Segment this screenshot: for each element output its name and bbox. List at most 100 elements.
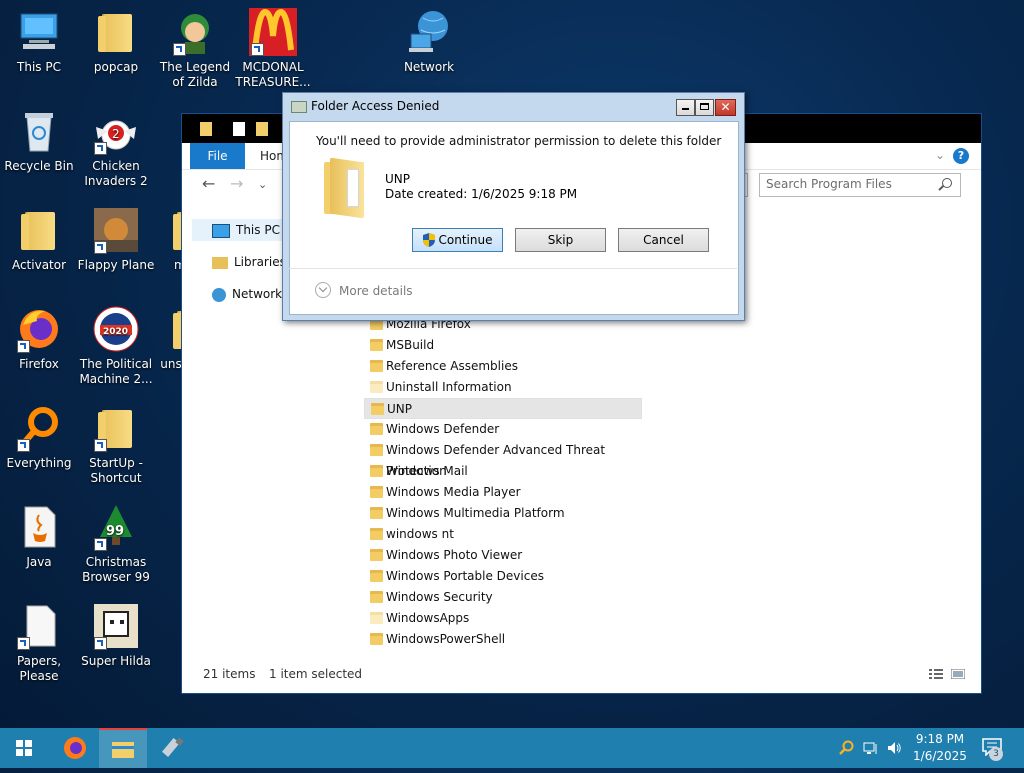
desktop-icon-flappy-plane[interactable]: Flappy Plane bbox=[74, 206, 158, 273]
file-row[interactable]: Windows Defender bbox=[364, 419, 642, 440]
folder-icon bbox=[370, 507, 383, 519]
folder-icon bbox=[200, 122, 212, 136]
folder-icon bbox=[370, 360, 383, 372]
desktop-icon-chicken-invaders[interactable]: 2 Chicken Invaders 2 bbox=[74, 107, 158, 189]
close-button[interactable]: ✕ bbox=[715, 99, 736, 116]
file-name: UNP bbox=[387, 402, 412, 416]
desktop-icon-network[interactable]: Network bbox=[387, 8, 471, 75]
shortcut-arrow-icon bbox=[17, 439, 30, 452]
search-box[interactable] bbox=[759, 173, 961, 197]
system-clock[interactable]: 9:18 PM 1/6/2025 bbox=[906, 731, 974, 765]
file-row[interactable]: Windows Portable Devices bbox=[364, 566, 642, 587]
file-row[interactable]: Windows Photo Viewer bbox=[364, 545, 642, 566]
details-view-icon[interactable] bbox=[929, 669, 943, 679]
shortcut-arrow-icon bbox=[94, 142, 107, 155]
properties-icon[interactable] bbox=[233, 122, 245, 136]
file-row[interactable]: Windows Defender Advanced Threat Protect… bbox=[364, 440, 642, 478]
file-row[interactable]: MSBuild bbox=[364, 335, 642, 356]
file-row[interactable]: Uninstall Information bbox=[364, 377, 642, 398]
cancel-button[interactable]: Cancel bbox=[618, 228, 709, 252]
forward-arrow-icon[interactable]: → bbox=[230, 174, 243, 193]
desktop-icon-firefox[interactable]: Firefox bbox=[0, 305, 81, 372]
folder-icon bbox=[370, 591, 383, 603]
file-name: Reference Assemblies bbox=[386, 359, 518, 373]
more-details-link[interactable]: More details bbox=[339, 284, 413, 298]
dialog-titlebar[interactable]: Folder Access Denied bbox=[283, 93, 744, 120]
skip-button[interactable]: Skip bbox=[515, 228, 606, 252]
desktop-icon-papers-please[interactable]: Papers, Please bbox=[0, 602, 81, 684]
expand-details-icon[interactable] bbox=[315, 282, 331, 298]
desktop-icon-super-hilda[interactable]: Super Hilda bbox=[74, 602, 158, 669]
file-row[interactable]: Windows Security bbox=[364, 587, 642, 608]
file-explorer-icon bbox=[112, 742, 134, 758]
nav-item-label: This PC bbox=[236, 223, 280, 237]
file-row[interactable]: WindowsPowerShell bbox=[364, 629, 642, 650]
start-button[interactable] bbox=[0, 728, 48, 768]
selection-count: 1 item selected bbox=[269, 667, 363, 681]
nav-item-label: Network bbox=[232, 287, 283, 301]
desktop-icon-christmas-browser[interactable]: 99 Christmas Browser 99 bbox=[74, 503, 158, 585]
taskbar-usb-tool[interactable] bbox=[149, 728, 197, 768]
dialog-title: Folder Access Denied bbox=[311, 99, 440, 113]
file-row[interactable]: UNP bbox=[364, 398, 642, 419]
desktop-icon-java[interactable]: Java bbox=[0, 503, 81, 570]
file-name: windows nt bbox=[386, 527, 454, 541]
file-row[interactable]: WindowsApps bbox=[364, 608, 642, 629]
desktop-icon-uns-partial[interactable]: uns bbox=[153, 305, 183, 372]
search-input[interactable] bbox=[760, 174, 936, 194]
file-name: Windows Security bbox=[386, 590, 493, 604]
desktop-icon-recycle-bin[interactable]: Recycle Bin bbox=[0, 107, 81, 174]
maximize-button[interactable] bbox=[695, 99, 714, 116]
network-tray-icon[interactable] bbox=[863, 740, 879, 756]
tab-file[interactable]: File bbox=[190, 143, 245, 169]
desktop-icon-startup-shortcut[interactable]: StartUp - Shortcut bbox=[74, 404, 158, 486]
file-name: Windows Multimedia Platform bbox=[386, 506, 565, 520]
search-icon[interactable] bbox=[942, 178, 952, 188]
shortcut-arrow-icon bbox=[94, 637, 107, 650]
desktop-icon-activator[interactable]: Activator bbox=[0, 206, 81, 273]
desktop-icon-popcap[interactable]: popcap bbox=[74, 8, 158, 75]
recycle-bin-icon bbox=[15, 107, 63, 155]
folder-icon bbox=[370, 444, 383, 456]
recent-locations-chevron-icon[interactable]: ⌄ bbox=[258, 178, 267, 191]
file-row[interactable]: Reference Assemblies bbox=[364, 356, 642, 377]
desktop-icon-label: Recycle Bin bbox=[4, 159, 74, 173]
file-row[interactable]: windows nt bbox=[364, 524, 642, 545]
item-count: 21 items bbox=[203, 667, 256, 681]
file-name: Windows Defender bbox=[386, 422, 500, 436]
file-row[interactable]: Windows Multimedia Platform bbox=[364, 503, 642, 524]
folder-icon bbox=[370, 486, 383, 498]
clock-date: 1/6/2025 bbox=[913, 749, 967, 763]
desktop-icon-political-machine[interactable]: 2020 The Political Machine 2... bbox=[74, 305, 158, 387]
folder-icon bbox=[370, 339, 383, 351]
folder-icon bbox=[370, 549, 383, 561]
desktop-icon-this-pc[interactable]: This PC bbox=[0, 8, 81, 75]
shortcut-arrow-icon bbox=[94, 241, 107, 254]
file-row[interactable]: Windows Mail bbox=[364, 461, 642, 482]
minimize-button[interactable] bbox=[676, 99, 695, 116]
dialog-separator bbox=[289, 268, 737, 269]
file-name: MSBuild bbox=[386, 338, 435, 352]
christmas-tree-icon: 99 bbox=[92, 503, 140, 551]
help-icon[interactable]: ? bbox=[953, 148, 969, 164]
continue-button[interactable]: Continue bbox=[412, 228, 503, 252]
expand-ribbon-icon[interactable]: ⌄ bbox=[935, 148, 945, 162]
file-row[interactable]: Windows Media Player bbox=[364, 482, 642, 503]
volume-icon[interactable] bbox=[886, 740, 902, 756]
search-tray-icon[interactable] bbox=[838, 740, 854, 756]
new-folder-icon[interactable] bbox=[256, 122, 268, 136]
back-arrow-icon[interactable]: ← bbox=[202, 174, 215, 193]
folder-access-icon bbox=[291, 101, 307, 113]
large-icons-view-icon[interactable] bbox=[951, 669, 965, 679]
folder-date-created: Date created: 1/6/2025 9:18 PM bbox=[385, 187, 578, 201]
file-list: Mozilla Firefox MSBuild Reference Assembli… bbox=[364, 314, 844, 650]
desktop-icon-label: The Political Machine 2... bbox=[79, 357, 153, 386]
taskbar-firefox[interactable] bbox=[51, 728, 99, 768]
folder-icon bbox=[167, 305, 183, 353]
shortcut-arrow-icon bbox=[17, 340, 30, 353]
desktop-icon-mcdonal[interactable]: MCDONAL TREASURE... bbox=[231, 8, 315, 90]
taskbar-file-explorer[interactable] bbox=[99, 728, 147, 768]
desktop-icon-everything[interactable]: Everything bbox=[0, 404, 81, 471]
desktop-icon-legend-of-zilda[interactable]: The Legend of Zilda bbox=[153, 8, 237, 90]
taskbar: 9:18 PM 1/6/2025 3 bbox=[0, 728, 1024, 768]
